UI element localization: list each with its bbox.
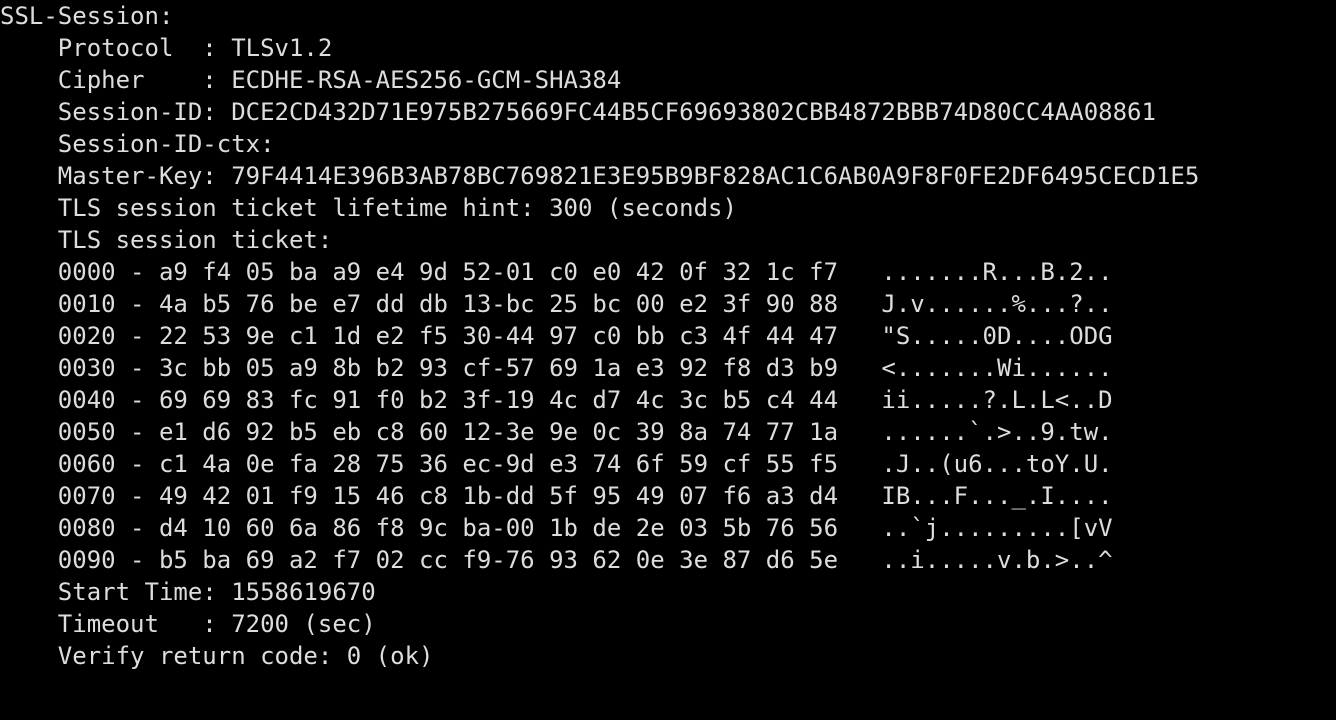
output-line-10: 0020 - 22 53 9e c1 1d e2 f5 30-44 97 c0 … [0, 320, 1336, 352]
output-line-1: Protocol : TLSv1.2 [0, 32, 1336, 64]
output-line-4: Session-ID-ctx: [0, 128, 1336, 160]
output-line-9: 0010 - 4a b5 76 be e7 dd db 13-bc 25 bc … [0, 288, 1336, 320]
output-line-14: 0060 - c1 4a 0e fa 28 75 36 ec-9d e3 74 … [0, 448, 1336, 480]
output-line-13: 0050 - e1 d6 92 b5 eb c8 60 12-3e 9e 0c … [0, 416, 1336, 448]
output-line-2: Cipher : ECDHE-RSA-AES256-GCM-SHA384 [0, 64, 1336, 96]
output-line-5: Master-Key: 79F4414E396B3AB78BC769821E3E… [0, 160, 1336, 192]
output-line-16: 0080 - d4 10 60 6a 86 f8 9c ba-00 1b de … [0, 512, 1336, 544]
output-line-21: Verify return code: 0 (ok) [0, 640, 1336, 672]
output-line-17: 0090 - b5 ba 69 a2 f7 02 cc f9-76 93 62 … [0, 544, 1336, 576]
output-line-0: SSL-Session: [0, 0, 1336, 32]
output-line-19: Start Time: 1558619670 [0, 576, 1336, 608]
output-line-12: 0040 - 69 69 83 fc 91 f0 b2 3f-19 4c d7 … [0, 384, 1336, 416]
output-line-11: 0030 - 3c bb 05 a9 8b b2 93 cf-57 69 1a … [0, 352, 1336, 384]
output-line-20: Timeout : 7200 (sec) [0, 608, 1336, 640]
output-line-3: Session-ID: DCE2CD432D71E975B275669FC44B… [0, 96, 1336, 128]
output-line-7: TLS session ticket: [0, 224, 1336, 256]
output-line-6: TLS session ticket lifetime hint: 300 (s… [0, 192, 1336, 224]
output-line-15: 0070 - 49 42 01 f9 15 46 c8 1b-dd 5f 95 … [0, 480, 1336, 512]
terminal-output: SSL-Session: Protocol : TLSv1.2 Cipher :… [0, 0, 1336, 672]
output-line-8: 0000 - a9 f4 05 ba a9 e4 9d 52-01 c0 e0 … [0, 256, 1336, 288]
